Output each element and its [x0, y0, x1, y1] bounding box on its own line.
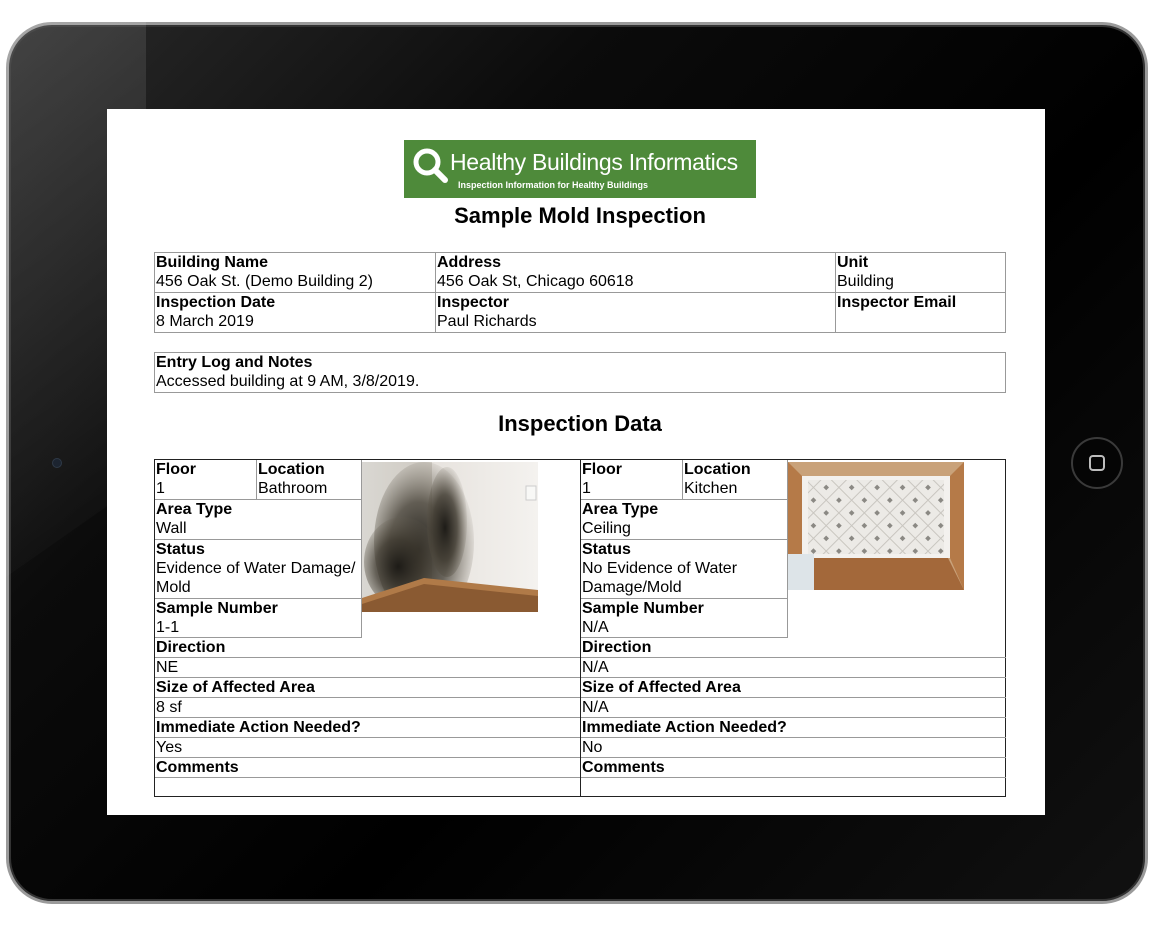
address-label: Address — [437, 254, 502, 271]
status-cell: Status No Evidence of Water Damage/Mold — [581, 540, 788, 599]
sample-number-value: 1-1 — [156, 619, 180, 636]
floor-value: 1 — [582, 480, 591, 497]
kitchen-ceiling-photo — [788, 462, 964, 612]
status-label: Status — [582, 541, 631, 558]
home-square-icon — [1089, 455, 1105, 471]
company-logo: Healthy Buildings Informatics Inspection… — [404, 140, 756, 198]
area-type-label: Area Type — [156, 501, 233, 518]
area-type-value: Wall — [156, 520, 187, 537]
location-cell: Location Kitchen — [683, 460, 788, 500]
section-title: Inspection Data — [498, 411, 662, 436]
bathroom-mold-photo — [362, 462, 538, 612]
size-label: Size of Affected Area — [581, 678, 1006, 698]
location-cell: Location Bathroom — [257, 460, 362, 500]
size-value: N/A — [581, 698, 1006, 718]
building-name-cell: Building Name 456 Oak St. (Demo Building… — [154, 252, 436, 293]
direction-label: Direction — [155, 638, 580, 658]
sample-number-label: Sample Number — [582, 600, 704, 617]
camera-icon — [52, 458, 62, 468]
sample-number-label: Sample Number — [156, 600, 278, 617]
comments-value — [581, 778, 1006, 796]
direction-value: N/A — [581, 658, 1006, 678]
direction-label: Direction — [581, 638, 1006, 658]
comments-label: Comments — [155, 758, 580, 778]
inspection-panel-2: Floor 1 Location Kitchen Area Type Ceili… — [580, 460, 1006, 796]
document-title: Sample Mold Inspection — [454, 203, 706, 228]
size-label: Size of Affected Area — [155, 678, 580, 698]
unit-cell: Unit Building — [835, 252, 1006, 293]
inspector-email-cell: Inspector Email — [835, 292, 1006, 333]
action-value: Yes — [155, 738, 580, 758]
address-value: 456 Oak St, Chicago 60618 — [437, 273, 634, 290]
inspection-date-cell: Inspection Date 8 March 2019 — [154, 292, 436, 333]
report-screen: Healthy Buildings Informatics Inspection… — [107, 109, 1045, 815]
inspector-cell: Inspector Paul Richards — [435, 292, 836, 333]
area-type-cell: Area Type Ceiling — [581, 500, 788, 540]
comments-value — [155, 778, 580, 796]
status-value: No Evidence of Water Damage/Mold — [582, 560, 738, 596]
direction-value: NE — [155, 658, 580, 678]
entry-log-box: Entry Log and Notes Accessed building at… — [154, 352, 1006, 393]
location-label: Location — [684, 461, 751, 478]
sample-number-cell: Sample Number 1-1 — [155, 599, 362, 638]
status-cell: Status Evidence of Water Damage/ Mold — [155, 540, 362, 599]
entry-log-label: Entry Log and Notes — [156, 354, 313, 371]
area-type-label: Area Type — [582, 501, 659, 518]
location-value: Kitchen — [684, 480, 738, 497]
area-type-value: Ceiling — [582, 520, 631, 537]
unit-label: Unit — [837, 254, 869, 271]
inspector-email-label: Inspector Email — [837, 294, 957, 311]
action-value: No — [581, 738, 1006, 758]
logo-name: Healthy Buildings Informatics — [450, 149, 738, 175]
size-value: 8 sf — [155, 698, 580, 718]
logo-tagline: Inspection Information for Healthy Build… — [458, 180, 649, 190]
status-value: Evidence of Water Damage/ Mold — [156, 560, 356, 596]
inspection-date-label: Inspection Date — [156, 294, 276, 311]
ceiling-image — [788, 462, 964, 590]
building-name-value: 456 Oak St. (Demo Building 2) — [156, 273, 373, 290]
inspector-value: Paul Richards — [437, 313, 537, 330]
inspection-data-grid: Floor 1 Location Bathroom Area Type Wall… — [154, 459, 1006, 797]
floor-label: Floor — [156, 461, 196, 478]
sample-number-cell: Sample Number N/A — [581, 599, 788, 638]
mold-wall-image — [362, 462, 538, 612]
entry-log-text: Accessed building at 9 AM, 3/8/2019. — [156, 373, 420, 390]
action-label: Immediate Action Needed? — [581, 718, 1006, 738]
location-value: Bathroom — [258, 480, 328, 497]
home-button[interactable] — [1071, 437, 1123, 489]
floor-label: Floor — [582, 461, 622, 478]
unit-value: Building — [837, 273, 894, 290]
action-label: Immediate Action Needed? — [155, 718, 580, 738]
inspection-panel-1: Floor 1 Location Bathroom Area Type Wall… — [155, 460, 580, 796]
sample-number-value: N/A — [582, 619, 609, 636]
floor-cell: Floor 1 — [581, 460, 683, 500]
comments-label: Comments — [581, 758, 1006, 778]
status-label: Status — [156, 541, 205, 558]
building-name-label: Building Name — [156, 254, 269, 271]
building-info-table: Building Name 456 Oak St. (Demo Building… — [154, 252, 1006, 333]
inspector-label: Inspector — [437, 294, 510, 311]
address-cell: Address 456 Oak St, Chicago 60618 — [435, 252, 836, 293]
floor-cell: Floor 1 — [155, 460, 257, 500]
area-type-cell: Area Type Wall — [155, 500, 362, 540]
inspection-date-value: 8 March 2019 — [156, 313, 254, 330]
floor-value: 1 — [156, 480, 165, 497]
location-label: Location — [258, 461, 325, 478]
magnifier-icon — [413, 148, 448, 183]
